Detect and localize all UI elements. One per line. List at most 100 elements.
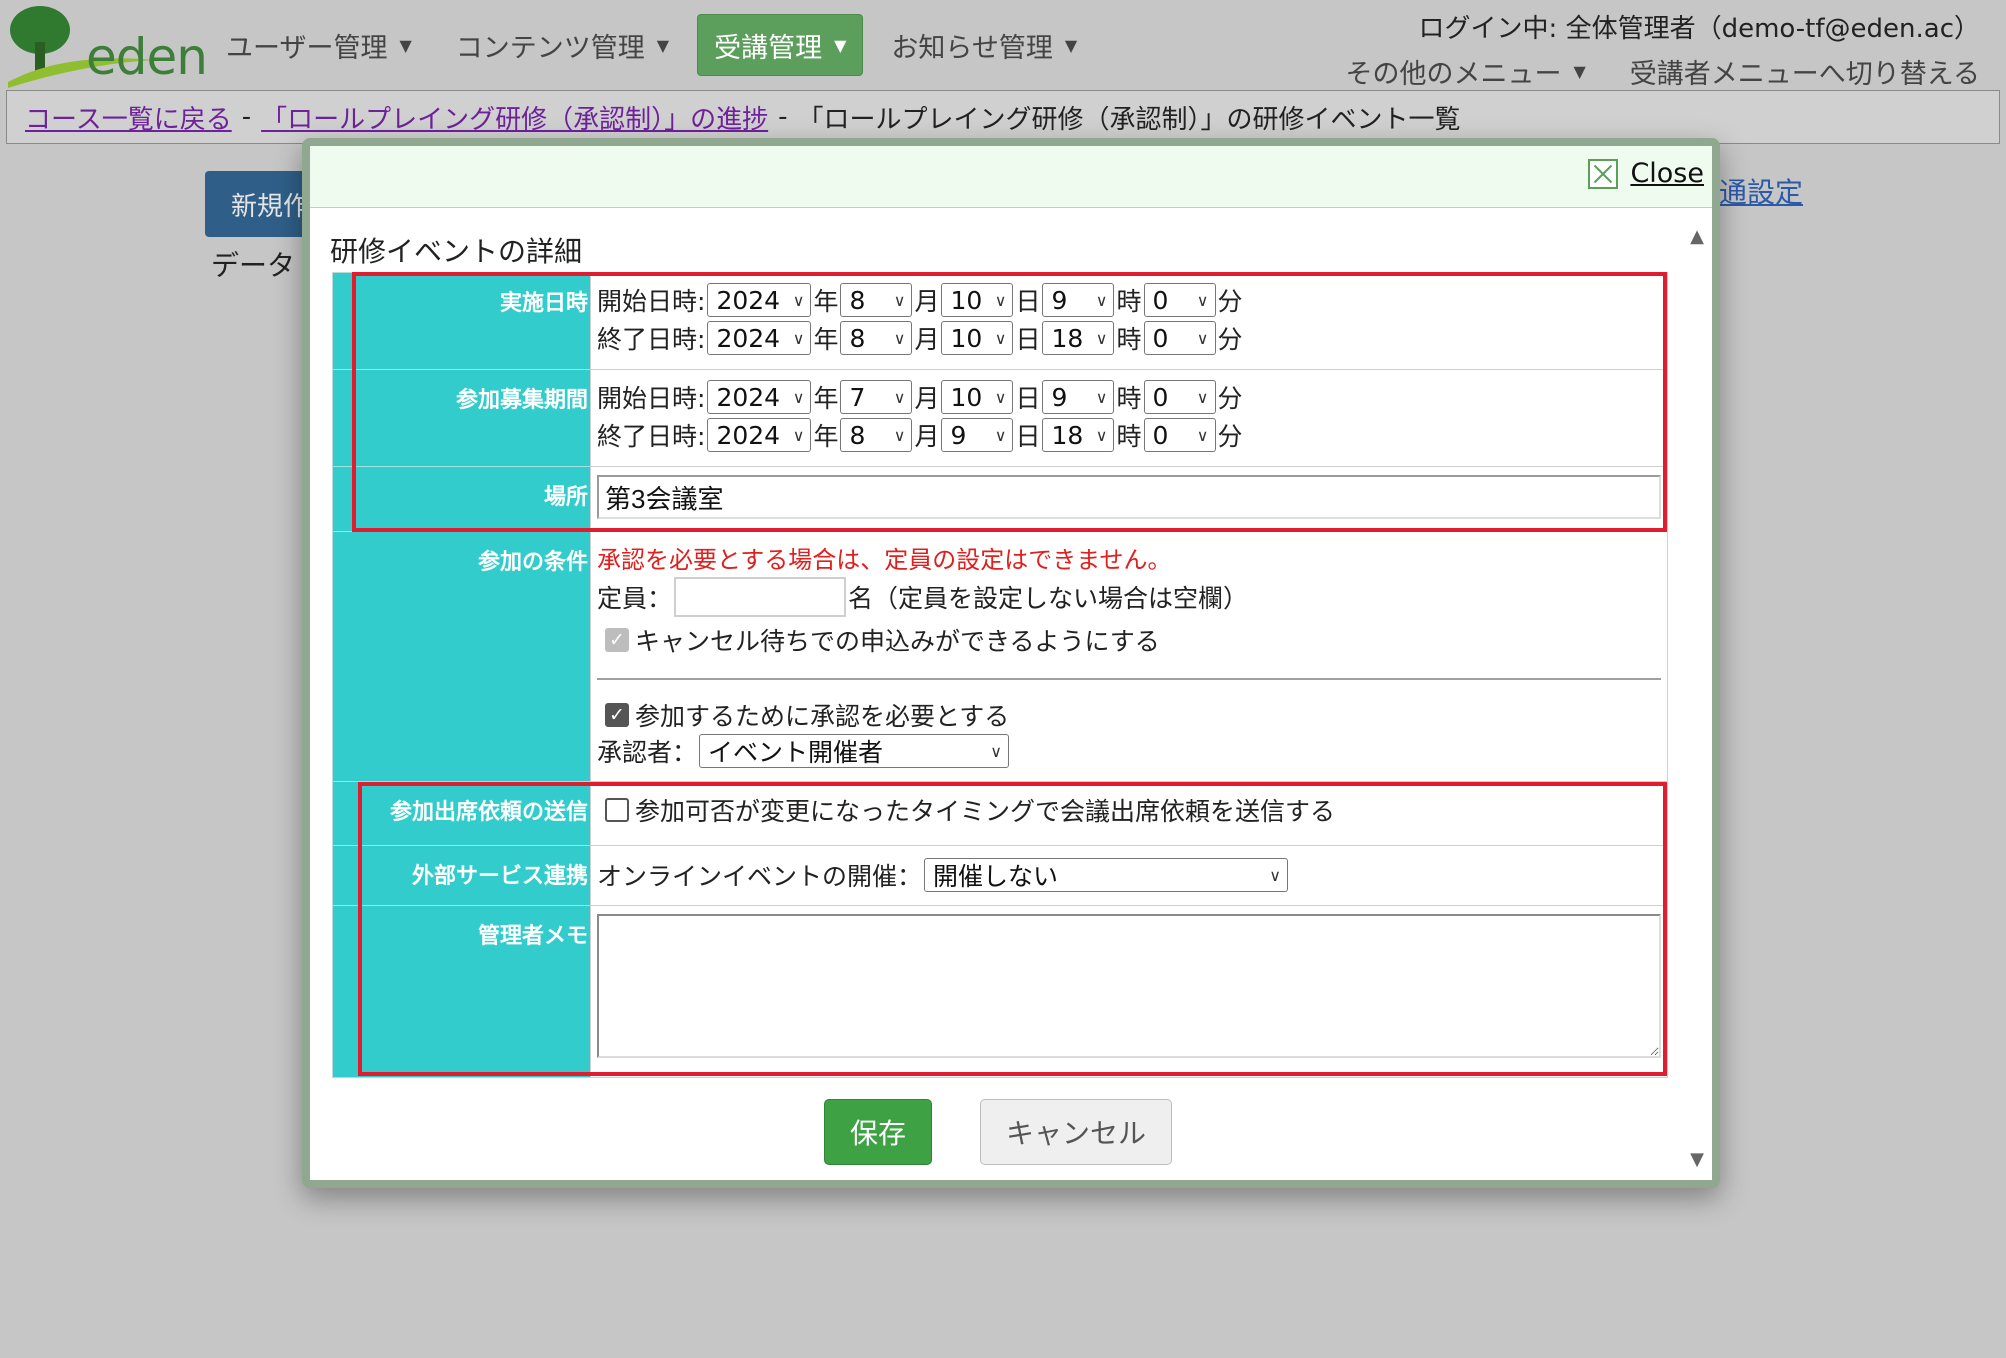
row-conditions: 参加の条件 承認を必要とする場合は、定員の設定はできません。 定員： 名（定員を… <box>332 531 1668 782</box>
save-button[interactable]: 保存 <box>824 1099 932 1165</box>
modal-header: Close <box>310 146 1712 208</box>
recruit-end-year-select[interactable]: 2024 ∨ <box>707 418 812 452</box>
chevron-down-icon: ∨ <box>994 425 1007 445</box>
event-end-minute-select[interactable]: 0 ∨ <box>1143 321 1216 355</box>
event-start-hour-select[interactable]: 9 ∨ <box>1042 283 1115 317</box>
conditions-cell: 承認を必要とする場合は、定員の設定はできません。 定員： 名（定員を設定しない場… <box>590 531 1668 782</box>
unit-day: 日 <box>1015 422 1041 451</box>
unit-year: 年 <box>813 287 839 316</box>
select-value: 10 <box>950 382 983 412</box>
chevron-down-icon: ∨ <box>994 328 1007 348</box>
chevron-down-icon: ∨ <box>994 387 1007 407</box>
chevron-down-icon: ∨ <box>792 328 805 348</box>
select-value: 7 <box>849 382 866 412</box>
breadcrumb-progress-link[interactable]: 「ロールプレイング研修（承認制）」の進捗 <box>261 99 768 136</box>
approval-label: 参加するために承認を必要とする <box>635 702 1010 731</box>
recruit-end-minute-select[interactable]: 0 ∨ <box>1143 418 1216 452</box>
event-start-day-select[interactable]: 10 ∨ <box>941 283 1014 317</box>
other-menu-dropdown[interactable]: その他のメニュー ▼ <box>1345 52 1585 91</box>
recruit-start-month-select[interactable]: 7 ∨ <box>840 380 913 414</box>
breadcrumb-current: 「ロールプレイング研修（承認制）」の研修イベント一覧 <box>797 104 1461 135</box>
caret-down-icon: ▼ <box>399 35 412 55</box>
modal-title: 研修イベントの詳細 <box>330 235 583 268</box>
unit-minute: 分 <box>1217 325 1243 354</box>
row-attendance-request: 参加出席依頼の送信 参加可否が変更になったタイミングで会議出席依頼を送信する <box>332 781 1668 846</box>
recruit-end-day-select[interactable]: 9 ∨ <box>941 418 1014 452</box>
caret-down-icon: ▼ <box>1573 62 1586 81</box>
approval-checkbox[interactable]: ✓ <box>605 703 629 727</box>
recruit-start-year-select[interactable]: 2024 ∨ <box>707 380 812 414</box>
select-value: 2024 <box>716 285 781 315</box>
event-end-line: 終了日時: 2024 ∨ 年 8 ∨ 月 10 ∨ 日 18 ∨ 時 0 ∨ 分 <box>597 319 1661 357</box>
waitlist-checkbox[interactable]: ✓ <box>605 628 629 652</box>
select-value: 9 <box>1051 382 1068 412</box>
recruit-start-minute-select[interactable]: 0 ∨ <box>1143 380 1216 414</box>
approver-select[interactable]: イベント開催者 ∨ <box>699 734 1010 768</box>
unit-month: 月 <box>914 287 940 316</box>
select-value: 0 <box>1152 285 1169 315</box>
nav-course-management[interactable]: 受講管理 ▼ <box>697 14 864 76</box>
caret-down-icon: ▼ <box>834 35 847 55</box>
approval-warning-text: 承認を必要とする場合は、定員の設定はできません。 <box>597 546 1172 574</box>
recruit-period-cell: 開始日時: 2024 ∨ 年 7 ∨ 月 10 ∨ 日 9 ∨ 時 0 ∨ 分 終了日時:… <box>590 369 1668 467</box>
event-end-day-select[interactable]: 10 ∨ <box>941 321 1014 355</box>
nav-content-management[interactable]: コンテンツ管理 ▼ <box>440 14 685 76</box>
end-label: 終了日時: <box>597 422 706 451</box>
recruit-end-month-select[interactable]: 8 ∨ <box>840 418 913 452</box>
recruit-start-day-select[interactable]: 10 ∨ <box>941 380 1014 414</box>
capacity-suffix: 名（定員を設定しない場合は空欄） <box>848 584 1249 613</box>
breadcrumb-course-list-link[interactable]: コース一覧に戻る <box>25 99 232 136</box>
online-event-select[interactable]: 開催しない ∨ <box>924 858 1289 892</box>
attendance-request-checkbox[interactable] <box>605 798 629 822</box>
row-event-date: 実施日時 開始日時: 2024 ∨ 年 8 ∨ 月 10 ∨ 日 9 ∨ 時 0 ∨ 分 … <box>332 272 1668 370</box>
scroll-down-arrow-icon[interactable]: ▼ <box>1690 1149 1704 1170</box>
event-end-month-select[interactable]: 8 ∨ <box>840 321 913 355</box>
nav-label: お知らせ管理 <box>891 32 1053 64</box>
select-value: 9 <box>950 420 967 450</box>
select-value: 10 <box>950 323 983 353</box>
eden-logo[interactable]: eden <box>4 2 208 88</box>
event-end-hour-select[interactable]: 18 ∨ <box>1042 321 1115 355</box>
capacity-input[interactable] <box>674 577 847 617</box>
event-start-month-select[interactable]: 8 ∨ <box>840 283 913 317</box>
close-button[interactable]: Close <box>1588 158 1704 189</box>
event-end-year-select[interactable]: 2024 ∨ <box>707 321 812 355</box>
close-label: Close <box>1630 158 1704 189</box>
unit-year: 年 <box>813 422 839 451</box>
scroll-up-arrow-icon[interactable]: ▲ <box>1690 226 1704 247</box>
recruit-end-hour-select[interactable]: 18 ∨ <box>1042 418 1115 452</box>
chevron-down-icon: ∨ <box>1095 328 1108 348</box>
nav-label: コンテンツ管理 <box>455 32 645 64</box>
unit-month: 月 <box>914 325 940 354</box>
chevron-down-icon: ∨ <box>1095 425 1108 445</box>
switch-to-learner-menu-link[interactable]: 受講者メニューへ切り替える <box>1630 52 1980 91</box>
unit-minute: 分 <box>1217 287 1243 316</box>
chevron-down-icon: ∨ <box>893 387 906 407</box>
unit-year: 年 <box>813 325 839 354</box>
attendance-request-checkbox-label: 参加可否が変更になったタイミングで会議出席依頼を送信する <box>635 797 1336 826</box>
unit-hour: 時 <box>1116 422 1142 451</box>
chevron-down-icon: ∨ <box>1196 387 1209 407</box>
recruit-start-hour-select[interactable]: 9 ∨ <box>1042 380 1115 414</box>
end-label: 終了日時: <box>597 325 706 354</box>
nav-user-management[interactable]: ユーザー管理 ▼ <box>210 14 428 76</box>
place-input[interactable] <box>597 475 1661 519</box>
cancel-button[interactable]: キャンセル <box>980 1099 1172 1165</box>
event-start-line: 開始日時: 2024 ∨ 年 8 ∨ 月 10 ∨ 日 9 ∨ 時 0 ∨ 分 <box>597 281 1661 319</box>
admin-memo-textarea[interactable] <box>597 914 1661 1058</box>
chevron-down-icon: ∨ <box>893 290 906 310</box>
row-external-service: 外部サービス連携 オンラインイベントの開催： 開催しない ∨ <box>332 845 1668 906</box>
breadcrumb-separator: - <box>778 102 788 132</box>
event-start-year-select[interactable]: 2024 ∨ <box>707 283 812 317</box>
nav-notice-management[interactable]: お知らせ管理 ▼ <box>875 14 1093 76</box>
attendance-request-line: 参加可否が変更になったタイミングで会議出席依頼を送信する <box>605 790 1661 830</box>
chevron-down-icon: ∨ <box>1095 387 1108 407</box>
select-value: 0 <box>1152 323 1169 353</box>
common-settings-link[interactable]: 通設定 <box>1719 171 1803 211</box>
nav-label: ユーザー管理 <box>226 32 388 64</box>
select-value: 2024 <box>716 382 781 412</box>
select-value: 18 <box>1051 420 1084 450</box>
new-create-button[interactable]: 新規作成 <box>205 171 315 237</box>
event-start-minute-select[interactable]: 0 ∨ <box>1143 283 1216 317</box>
approver-label: 承認者： <box>597 738 698 767</box>
